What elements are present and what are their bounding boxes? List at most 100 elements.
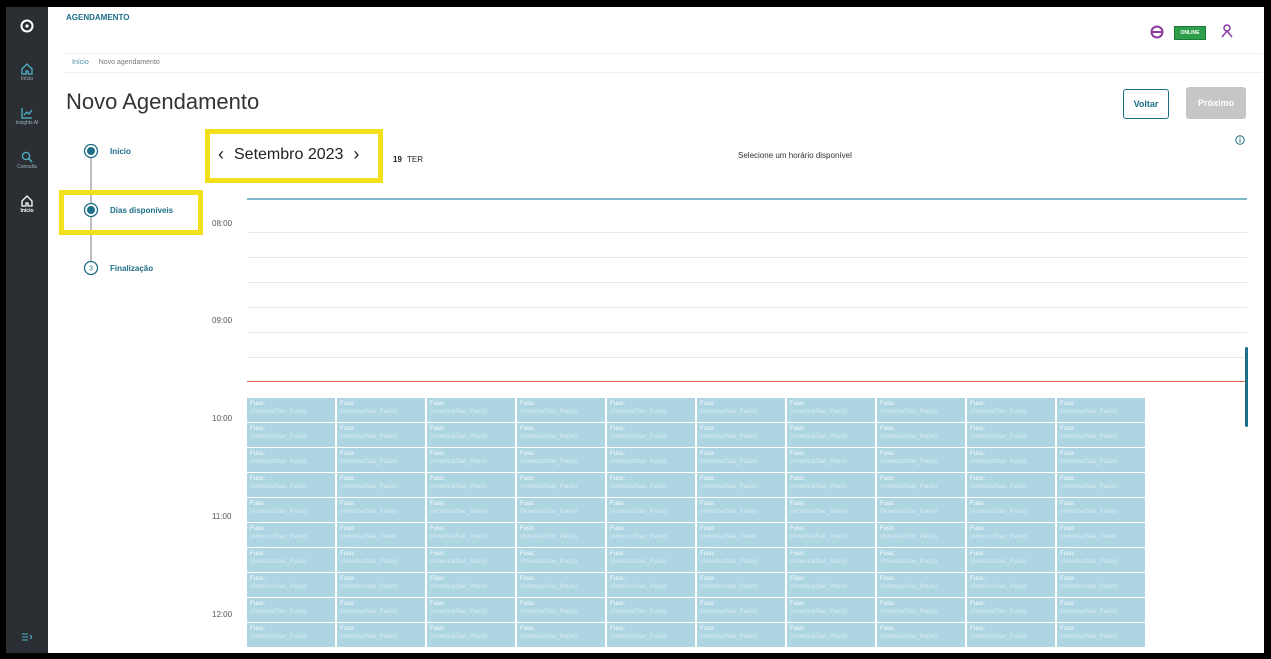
time-slot[interactable]: Fuso: (America/Sao_Paulo)	[517, 548, 605, 572]
time-slot[interactable]: Fuso: (America/Sao_Paulo)	[1057, 573, 1145, 597]
time-slot[interactable]: Fuso: (America/Sao_Paulo)	[967, 498, 1055, 522]
time-slot[interactable]: Fuso: (America/Sao_Paulo)	[247, 398, 335, 422]
time-slot[interactable]: Fuso: (America/Sao_Paulo)	[607, 473, 695, 497]
time-slot[interactable]: Fuso: (America/Sao_Paulo)	[967, 573, 1055, 597]
time-slot[interactable]: Fuso: (America/Sao_Paulo)	[337, 473, 425, 497]
time-slot[interactable]: Fuso: (America/Sao_Paulo)	[427, 573, 515, 597]
time-slot[interactable]: Fuso: (America/Sao_Paulo)	[427, 473, 515, 497]
time-slot[interactable]: Fuso: (America/Sao_Paulo)	[427, 548, 515, 572]
time-slot[interactable]: Fuso: (America/Sao_Paulo)	[517, 398, 605, 422]
time-slot[interactable]: Fuso: (America/Sao_Paulo)	[787, 598, 875, 622]
time-slot[interactable]: Fuso: (America/Sao_Paulo)	[247, 498, 335, 522]
step-label[interactable]: Início	[110, 147, 131, 156]
time-slot[interactable]: Fuso: (America/Sao_Paulo)	[607, 548, 695, 572]
time-slot[interactable]: Fuso: (America/Sao_Paulo)	[337, 423, 425, 447]
time-slot[interactable]: Fuso: (America/Sao_Paulo)	[967, 598, 1055, 622]
time-slot[interactable]: Fuso: (America/Sao_Paulo)	[427, 398, 515, 422]
time-slot[interactable]: Fuso: (America/Sao_Paulo)	[877, 423, 965, 447]
help-globe-icon[interactable]	[1150, 25, 1164, 39]
time-slot[interactable]: Fuso: (America/Sao_Paulo)	[1057, 423, 1145, 447]
time-slot[interactable]: Fuso: (America/Sao_Paulo)	[607, 598, 695, 622]
time-slot[interactable]: Fuso: (America/Sao_Paulo)	[877, 598, 965, 622]
time-slot[interactable]: Fuso: (America/Sao_Paulo)	[877, 398, 965, 422]
time-slot[interactable]: Fuso: (America/Sao_Paulo)	[697, 398, 785, 422]
time-slot[interactable]: Fuso: (America/Sao_Paulo)	[967, 398, 1055, 422]
info-icon[interactable]	[1235, 135, 1245, 145]
time-slot[interactable]: Fuso: (America/Sao_Paulo)	[337, 448, 425, 472]
step-label[interactable]: Finalização	[110, 264, 153, 273]
time-slot[interactable]: Fuso: (America/Sao_Paulo)	[697, 573, 785, 597]
user-icon[interactable]	[1221, 24, 1233, 38]
time-slot[interactable]: Fuso: (America/Sao_Paulo)	[697, 448, 785, 472]
time-slot[interactable]: Fuso: (America/Sao_Paulo)	[1057, 598, 1145, 622]
time-slot[interactable]: Fuso: (America/Sao_Paulo)	[967, 473, 1055, 497]
time-slot[interactable]: Fuso: (America/Sao_Paulo)	[967, 548, 1055, 572]
time-slot[interactable]: Fuso: (America/Sao_Paulo)	[607, 623, 695, 647]
sidebar-item-inicio-active[interactable]: Início	[6, 195, 48, 214]
time-slot[interactable]: Fuso: (America/Sao_Paulo)	[787, 548, 875, 572]
expand-menu-icon[interactable]	[6, 633, 48, 641]
time-slot[interactable]: Fuso: (America/Sao_Paulo)	[247, 423, 335, 447]
sidebar-item-consulta[interactable]: Consulta	[6, 151, 48, 170]
time-slot[interactable]: Fuso: (America/Sao_Paulo)	[517, 423, 605, 447]
time-slot[interactable]: Fuso: (America/Sao_Paulo)	[967, 523, 1055, 547]
time-slot[interactable]: Fuso: (America/Sao_Paulo)	[877, 623, 965, 647]
time-slot[interactable]: Fuso: (America/Sao_Paulo)	[427, 523, 515, 547]
time-slot[interactable]: Fuso: (America/Sao_Paulo)	[877, 473, 965, 497]
time-slot[interactable]: Fuso: (America/Sao_Paulo)	[517, 448, 605, 472]
time-slot[interactable]: Fuso: (America/Sao_Paulo)	[517, 498, 605, 522]
breadcrumb-home-link[interactable]: Início	[72, 59, 89, 66]
time-slot[interactable]: Fuso: (America/Sao_Paulo)	[337, 623, 425, 647]
time-slot[interactable]: Fuso: (America/Sao_Paulo)	[697, 473, 785, 497]
time-slot[interactable]: Fuso: (America/Sao_Paulo)	[697, 423, 785, 447]
scrollbar-thumb[interactable]	[1245, 347, 1248, 427]
time-slot[interactable]: Fuso: (America/Sao_Paulo)	[697, 498, 785, 522]
time-slot[interactable]: Fuso: (America/Sao_Paulo)	[427, 623, 515, 647]
time-slot[interactable]: Fuso: (America/Sao_Paulo)	[787, 623, 875, 647]
time-slot[interactable]: Fuso: (America/Sao_Paulo)	[967, 623, 1055, 647]
app-logo-icon[interactable]	[6, 19, 48, 33]
time-slot[interactable]: Fuso: (America/Sao_Paulo)	[337, 523, 425, 547]
time-slot[interactable]: Fuso: (America/Sao_Paulo)	[787, 423, 875, 447]
time-slot[interactable]: Fuso: (America/Sao_Paulo)	[517, 573, 605, 597]
time-slot[interactable]: Fuso: (America/Sao_Paulo)	[517, 473, 605, 497]
time-slot[interactable]: Fuso: (America/Sao_Paulo)	[607, 448, 695, 472]
time-slot[interactable]: Fuso: (America/Sao_Paulo)	[337, 573, 425, 597]
time-slot[interactable]: Fuso: (America/Sao_Paulo)	[427, 423, 515, 447]
time-slot[interactable]: Fuso: (America/Sao_Paulo)	[607, 398, 695, 422]
time-slot[interactable]: Fuso: (America/Sao_Paulo)	[1057, 548, 1145, 572]
time-slot[interactable]: Fuso: (America/Sao_Paulo)	[247, 523, 335, 547]
time-slot[interactable]: Fuso: (America/Sao_Paulo)	[427, 498, 515, 522]
time-slot[interactable]: Fuso: (America/Sao_Paulo)	[877, 498, 965, 522]
time-slot[interactable]: Fuso: (America/Sao_Paulo)	[337, 498, 425, 522]
time-slot[interactable]: Fuso: (America/Sao_Paulo)	[787, 448, 875, 472]
time-slot[interactable]: Fuso: (America/Sao_Paulo)	[607, 523, 695, 547]
time-slot[interactable]: Fuso: (America/Sao_Paulo)	[877, 548, 965, 572]
time-slot[interactable]: Fuso: (America/Sao_Paulo)	[1057, 398, 1145, 422]
time-slot[interactable]: Fuso: (America/Sao_Paulo)	[967, 448, 1055, 472]
time-slot[interactable]: Fuso: (America/Sao_Paulo)	[877, 523, 965, 547]
time-slot[interactable]: Fuso: (America/Sao_Paulo)	[607, 498, 695, 522]
time-slot[interactable]: Fuso: (America/Sao_Paulo)	[1057, 498, 1145, 522]
sidebar-item-insights[interactable]: Insights AI	[6, 107, 48, 126]
back-button[interactable]: Voltar	[1123, 89, 1169, 119]
time-slot[interactable]: Fuso: (America/Sao_Paulo)	[787, 573, 875, 597]
time-slot[interactable]: Fuso: (America/Sao_Paulo)	[607, 423, 695, 447]
time-slot[interactable]: Fuso: (America/Sao_Paulo)	[247, 473, 335, 497]
time-slot[interactable]: Fuso: (America/Sao_Paulo)	[607, 573, 695, 597]
next-button[interactable]: Próximo	[1186, 87, 1246, 119]
time-slot[interactable]: Fuso: (America/Sao_Paulo)	[247, 598, 335, 622]
time-slot[interactable]: Fuso: (America/Sao_Paulo)	[517, 523, 605, 547]
time-slot[interactable]: Fuso: (America/Sao_Paulo)	[877, 573, 965, 597]
time-slot[interactable]: Fuso: (America/Sao_Paulo)	[787, 498, 875, 522]
time-slot[interactable]: Fuso: (America/Sao_Paulo)	[967, 423, 1055, 447]
time-slot[interactable]: Fuso: (America/Sao_Paulo)	[1057, 448, 1145, 472]
time-slot[interactable]: Fuso: (America/Sao_Paulo)	[877, 448, 965, 472]
time-slot[interactable]: Fuso: (America/Sao_Paulo)	[1057, 623, 1145, 647]
time-slot[interactable]: Fuso: (America/Sao_Paulo)	[337, 398, 425, 422]
time-slot[interactable]: Fuso: (America/Sao_Paulo)	[697, 548, 785, 572]
time-slot[interactable]: Fuso: (America/Sao_Paulo)	[427, 448, 515, 472]
time-slot[interactable]: Fuso: (America/Sao_Paulo)	[787, 523, 875, 547]
time-slot[interactable]: Fuso: (America/Sao_Paulo)	[427, 598, 515, 622]
time-slot[interactable]: Fuso: (America/Sao_Paulo)	[787, 473, 875, 497]
